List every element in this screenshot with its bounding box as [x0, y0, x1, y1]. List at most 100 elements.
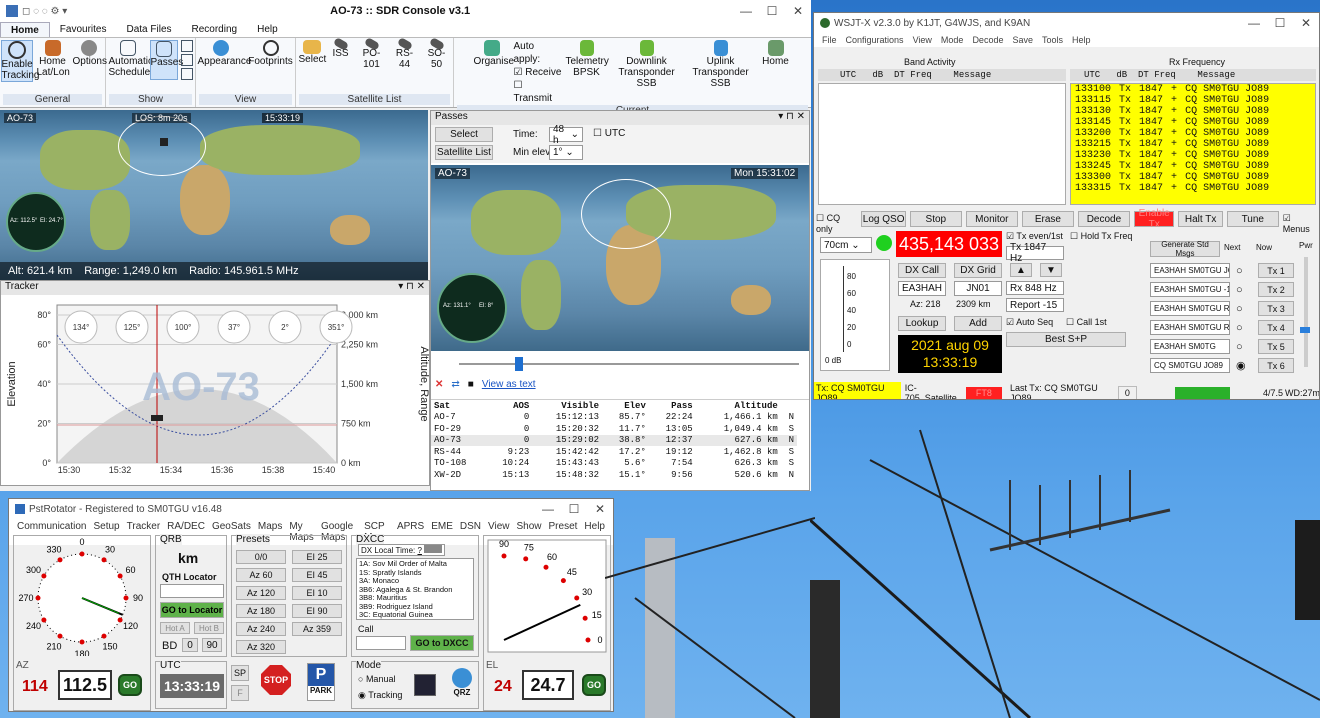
passes-col-header[interactable] [781, 400, 797, 412]
preset-button[interactable]: EI 25 [292, 550, 342, 564]
tx-now-button[interactable]: Tx 6 [1258, 358, 1294, 373]
options-button[interactable]: Options [73, 40, 107, 82]
next-radio[interactable]: ○ [1236, 265, 1252, 277]
tab-favourites[interactable]: Favourites [50, 22, 117, 37]
menu-item[interactable]: Save [1012, 35, 1033, 45]
appearance-button[interactable]: Appearance [198, 40, 251, 67]
camera-icon[interactable]: ■ [468, 379, 474, 390]
preset-button[interactable]: EI 90 [292, 604, 342, 618]
tx-message-input[interactable]: EA3HAH SM0TGU JO [1150, 263, 1230, 278]
dx-grid-input[interactable]: JN01 [954, 281, 1002, 296]
panel-controls[interactable]: ▾ ⊓ ✕ [398, 281, 429, 295]
tab-help[interactable]: Help [247, 22, 288, 37]
up-arrow-button[interactable]: ▲ [1010, 263, 1032, 277]
band-activity-list[interactable] [818, 83, 1066, 205]
rx-row[interactable]: 133245 Tx 1847 + CQ SM0TGU JO89 [1071, 161, 1273, 172]
rx-row[interactable]: 133130 Tx 1847 + CQ SM0TGU JO89 [1071, 106, 1273, 117]
pwr-slider[interactable] [1300, 257, 1310, 367]
tab-data-files[interactable]: Data Files [116, 22, 181, 37]
maximize-button[interactable]: ☐ [561, 502, 587, 516]
tx-message-input[interactable]: EA3HAH SM0TG [1150, 339, 1230, 354]
world-map-passes[interactable]: AO-73 Mon 15:31:02 Az: 131.1° El: 8° [431, 165, 809, 351]
band-dropdown[interactable]: 70cm ⌄ [820, 237, 872, 253]
refresh-icon[interactable]: ⇄ [451, 379, 459, 390]
next-radio[interactable]: ○ [1236, 284, 1252, 296]
transmit-checkbox[interactable]: ☐ Transmit [514, 79, 562, 105]
preset-button[interactable]: Az 180 [236, 604, 286, 618]
passes-row[interactable]: AO-7 0 15:12:13 85.7° 22:24 1,466.1 km N [431, 412, 797, 424]
rx-row[interactable]: 133115 Tx 1847 + CQ SM0TGU JO89 [1071, 95, 1273, 106]
rx-hz-spinbox[interactable]: Rx 848 Hz [1006, 281, 1064, 295]
qth-locator-input[interactable] [160, 584, 224, 598]
log-qso-button[interactable]: Log QSO [861, 211, 906, 227]
tab-home[interactable]: Home [0, 22, 50, 37]
menu-item[interactable]: Mode [941, 35, 964, 45]
go-to-dxcc-button[interactable]: GO to DXCC [410, 635, 474, 651]
tracking-sat-icon[interactable] [414, 674, 436, 696]
rx-row[interactable]: 133300 Tx 1847 + CQ SM0TGU JO89 [1071, 172, 1273, 183]
lookup-button[interactable]: Lookup [898, 316, 946, 331]
preset-button[interactable]: Az 120 [236, 586, 286, 600]
bd-0-button[interactable]: 0 [182, 638, 198, 652]
rx-row[interactable]: 133145 Tx 1847 + CQ SM0TGU JO89 [1071, 117, 1273, 128]
current-home-button[interactable]: Home [760, 40, 792, 67]
qrz-button[interactable]: QRZ [450, 668, 474, 702]
next-radio[interactable]: ○ [1236, 322, 1252, 334]
rx-row[interactable]: 133215 Tx 1847 + CQ SM0TGU JO89 [1071, 139, 1273, 150]
passes-button[interactable]: Passes [149, 40, 183, 80]
passes-col-header[interactable]: Sat [431, 400, 485, 412]
generate-std-msgs-button[interactable]: Generate Std Msgs [1150, 240, 1220, 258]
passes-row[interactable]: XW-2D 15:13 15:48:32 15.1° 9:56 520.6 km N [431, 469, 797, 481]
el-go-button[interactable]: GO [582, 674, 606, 696]
go-to-locator-button[interactable]: GO to Locator [160, 602, 224, 618]
time-dropdown[interactable]: 48 h ⌄ [549, 124, 583, 146]
tx-message-input[interactable]: EA3HAH SM0TGU -1 [1150, 282, 1230, 297]
tx-message-input[interactable]: CQ SM0TGU JO89 [1150, 358, 1230, 373]
tx-hz-spinbox[interactable]: Tx 1847 Hz [1006, 242, 1064, 264]
stop-button[interactable]: Stop [909, 211, 962, 227]
erase-button[interactable]: Erase [1021, 211, 1074, 227]
monitor-button[interactable]: Monitor [965, 211, 1018, 227]
preset-button[interactable]: EI 45 [292, 568, 342, 582]
sat-po101-button[interactable]: PO-101 [357, 37, 387, 70]
slider-thumb[interactable] [515, 357, 523, 371]
next-radio[interactable]: ○ [1236, 341, 1252, 353]
tx-now-button[interactable]: Tx 2 [1258, 282, 1294, 297]
azimuth-dial[interactable]: 0 30 60 90 120 150 180 210 240 270 300 330 [14, 536, 150, 656]
hold-tx-freq-checkbox[interactable]: ☐ Hold Tx Freq [1070, 231, 1132, 242]
hot-b-button[interactable]: Hot B [194, 622, 224, 634]
auto-seq-checkbox[interactable]: ☑ Auto Seq [1006, 317, 1053, 328]
down-arrow-button[interactable]: ▼ [1040, 263, 1062, 277]
preset-button[interactable]: Az 320 [236, 640, 286, 654]
enable-tracking-button[interactable]: Enable Tracking [0, 40, 39, 82]
enable-tx-button[interactable]: Enable Tx [1133, 208, 1175, 230]
report-spinbox[interactable]: Report -15 [1006, 298, 1064, 312]
preset-button[interactable]: Az 60 [236, 568, 286, 582]
menu-item[interactable]: Help [1072, 35, 1091, 45]
minimize-button[interactable]: — [535, 502, 561, 516]
minelev-dropdown[interactable]: 1° ⌄ [549, 145, 583, 160]
tx-now-button[interactable]: Tx 3 [1258, 301, 1294, 316]
park-button[interactable]: P PARK [307, 663, 335, 701]
sat-iss-button[interactable]: ISS [329, 37, 353, 70]
dx-grid-label-button[interactable]: DX Grid [954, 263, 1002, 278]
dxcc-list[interactable]: 1A: Sov Mil Order of Malta 1S: Spratly Is… [356, 558, 474, 620]
menu-item[interactable]: Configurations [846, 35, 904, 45]
rx-freq-list[interactable]: 133100 Tx 1847 + CQ SM0TGU JO89 133115 Tx 1847 +… [1070, 83, 1316, 205]
passes-select-button[interactable]: Select [435, 127, 493, 142]
automatic-scheduler-button[interactable]: Automatic Scheduler [109, 40, 154, 80]
passes-slider[interactable] [435, 357, 805, 371]
quick-access-icons[interactable]: ◻ ◌ ◌ ⚙ ▾ [22, 6, 67, 17]
next-radio[interactable]: ◉ [1236, 359, 1252, 372]
decode-button[interactable]: Decode [1077, 211, 1130, 227]
bd-90-button[interactable]: 90 [202, 638, 222, 652]
tx-even-checkbox[interactable]: ☑ Tx even/1st [1006, 231, 1063, 242]
rx-row[interactable]: 133315 Tx 1847 + CQ SM0TGU JO89 [1071, 183, 1273, 194]
menu-item[interactable]: File [822, 35, 837, 45]
passes-col-header[interactable]: AOS [485, 400, 532, 412]
view-as-text-link[interactable]: View as text [482, 379, 536, 390]
passes-col-header[interactable]: Altitude [696, 400, 781, 412]
sp-button[interactable]: SP [231, 665, 249, 681]
clear-icon[interactable]: ✕ [435, 379, 443, 390]
passes-row[interactable]: AO-73 0 15:29:02 38.8° 12:37 627.6 km N [431, 434, 797, 446]
